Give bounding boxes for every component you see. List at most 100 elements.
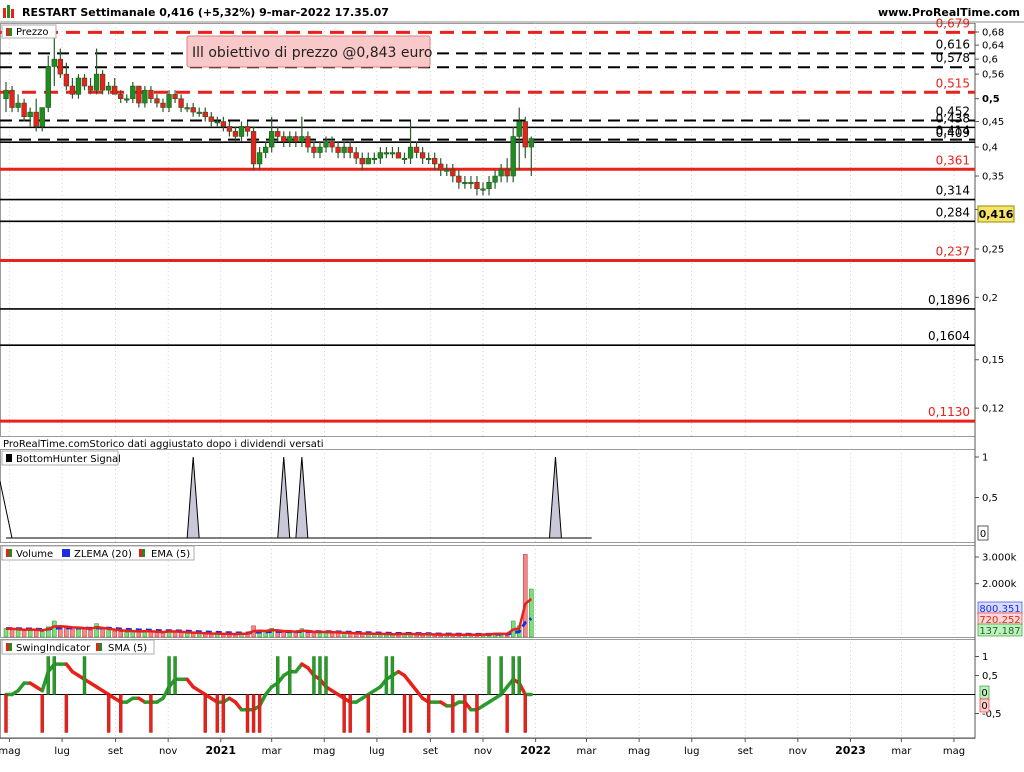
swing-down-bar[interactable] [426,694,431,733]
candle-body[interactable] [468,182,474,185]
swing-down-bar[interactable] [475,694,479,733]
swing-up-bar[interactable] [82,656,87,695]
swing-down-bar[interactable] [463,694,467,733]
candle-body[interactable] [395,152,402,159]
swing-down-bar[interactable] [257,694,262,733]
volume-bar[interactable] [136,631,142,638]
swing-down-bar[interactable] [215,694,220,733]
candle-body[interactable] [190,107,196,113]
candle-body[interactable] [15,102,21,108]
candle-body[interactable] [438,163,444,171]
volume-bar[interactable] [82,629,87,638]
candle-body[interactable] [323,141,329,148]
volume-bar[interactable] [52,620,57,638]
candle-body[interactable] [498,169,504,177]
candle-body[interactable] [377,152,384,159]
candle-body[interactable] [256,152,263,165]
candle-body[interactable] [136,85,142,104]
candle-body[interactable] [444,169,450,172]
candle-body[interactable] [39,107,45,127]
candle-body[interactable] [347,146,353,153]
candle-body[interactable] [419,152,426,159]
candle-body[interactable] [178,98,184,108]
swing-down-bar[interactable] [221,694,226,733]
volume-bar[interactable] [311,632,317,638]
candle-body[interactable] [275,131,281,137]
volume-bar[interactable] [39,631,45,638]
swing-down-bar[interactable] [348,694,352,733]
candle-body[interactable] [480,188,486,191]
candle-body[interactable] [426,157,432,160]
candle-body[interactable] [208,116,214,122]
swing-up-bar[interactable] [173,656,177,695]
candle-body[interactable] [244,126,251,132]
swing-down-bar[interactable] [119,694,123,733]
candle-body[interactable] [341,146,347,153]
volume-bar[interactable] [124,631,130,638]
volume-bar[interactable] [9,629,15,638]
candle-body[interactable] [184,107,190,110]
candle-body[interactable] [383,152,390,155]
candle-body[interactable] [281,136,287,142]
swing-down-bar[interactable] [149,694,153,733]
candle-body[interactable] [27,111,33,118]
volume-bar[interactable] [281,631,286,638]
swing-up-bar[interactable] [324,656,328,695]
candle-body[interactable] [148,89,154,99]
volume-bar[interactable] [154,632,160,638]
volume-bar[interactable] [70,628,75,638]
swing-down-bar[interactable] [342,694,346,733]
volume-bar[interactable] [94,623,99,638]
swing-down-bar[interactable] [40,694,44,733]
candle-body[interactable] [305,136,311,148]
swing-down-bar[interactable] [402,694,407,733]
candle-body[interactable] [456,175,462,183]
candle-body[interactable] [528,138,534,148]
swing-up-bar[interactable] [52,656,57,695]
candle-body[interactable] [220,121,227,127]
swing-legend[interactable]: SwingIndicator SMA (5) [1,639,155,655]
volume-bar[interactable] [160,632,166,638]
candle-body[interactable] [474,182,480,190]
volume-legend[interactable]: Volume ZLEMA (20) EMA (5) [1,545,195,561]
candle-body[interactable] [317,146,323,153]
candle-body[interactable] [299,136,305,142]
swing-up-bar[interactable] [46,656,50,695]
swing-up-bar[interactable] [167,656,171,695]
candle-body[interactable] [262,146,269,153]
candle-body[interactable] [407,146,414,159]
candle-body[interactable] [130,85,136,99]
candle-body[interactable] [401,157,408,160]
candle-body[interactable] [450,169,456,177]
volume-bar[interactable] [33,630,39,638]
volume-bar[interactable] [88,629,93,638]
candle-body[interactable] [21,102,27,118]
candle-body[interactable] [166,94,172,108]
swing-up-bar[interactable] [487,656,491,695]
candle-body[interactable] [365,157,371,165]
candle-body[interactable] [142,89,148,104]
swing-up-bar[interactable] [384,656,389,695]
candle-body[interactable] [510,136,516,177]
candle-body[interactable] [196,111,202,114]
candle-body[interactable] [75,77,82,95]
candle-body[interactable] [112,85,118,95]
candle-body[interactable] [269,131,275,148]
candle-body[interactable] [232,131,239,137]
candle-body[interactable] [45,66,51,108]
candle-body[interactable] [462,182,468,185]
candle-body[interactable] [124,98,130,101]
candle-body[interactable] [172,94,178,99]
volume-bar[interactable] [118,631,123,638]
candle-body[interactable] [81,77,88,87]
chart-svg[interactable]: RESTART Settimanale 0,416 (+5,32%) 9-mar… [0,0,1024,768]
candle-body[interactable] [202,111,208,118]
swing-down-bar[interactable] [523,694,527,733]
volume-bar[interactable] [15,629,21,638]
candle-body[interactable] [492,175,498,183]
price-legend[interactable]: Prezzo [1,24,57,39]
candle-body[interactable] [33,111,39,127]
volume-bar[interactable] [21,630,27,638]
candle-body[interactable] [311,146,317,153]
swing-up-bar[interactable] [276,656,280,695]
